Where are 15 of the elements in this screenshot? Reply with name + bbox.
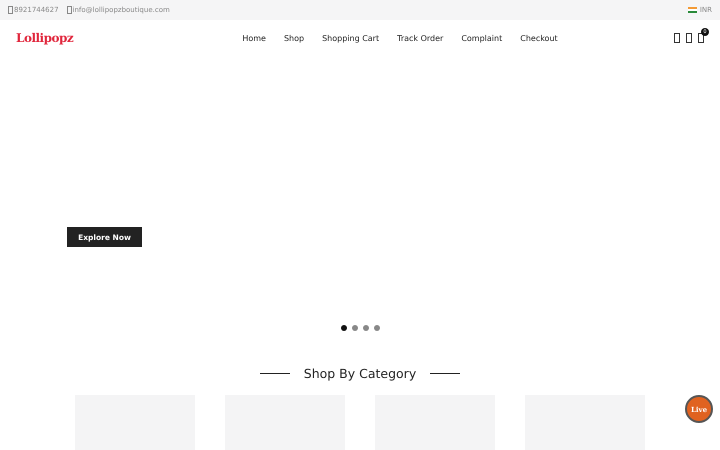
nav-link[interactable]: Track Order bbox=[388, 34, 452, 42]
section-title: Shop By Category bbox=[304, 366, 416, 381]
nav-link[interactable]: Shop bbox=[274, 34, 314, 42]
nav-link[interactable]: Shopping Cart bbox=[313, 34, 388, 42]
nav-link[interactable]: Checkout bbox=[511, 34, 567, 42]
slider-dot[interactable] bbox=[362, 325, 368, 331]
slider-dot[interactable] bbox=[340, 325, 346, 331]
placeholder-glyph-icon bbox=[8, 6, 13, 14]
logo[interactable]: Lollipopz bbox=[16, 31, 116, 45]
slider-dot[interactable] bbox=[352, 325, 358, 331]
nav-link[interactable]: Complaint bbox=[452, 34, 512, 42]
nav-link[interactable]: Home bbox=[233, 34, 275, 42]
placeholder-glyph-icon bbox=[66, 6, 72, 14]
flag-icon bbox=[688, 7, 697, 13]
slider-dot[interactable] bbox=[374, 325, 380, 331]
